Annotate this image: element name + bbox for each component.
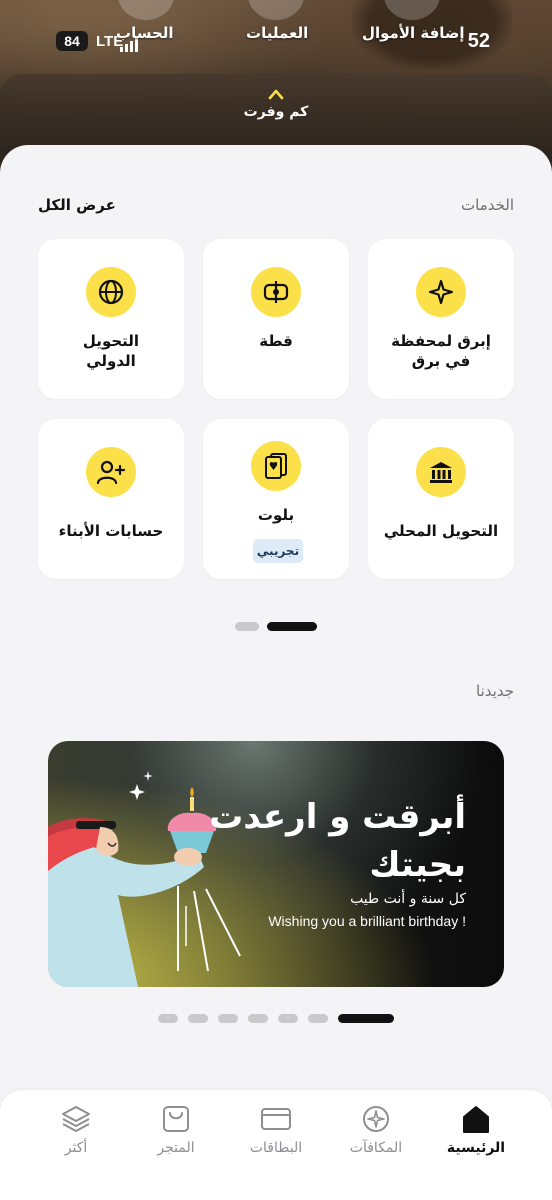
- service-label: التحويل المحلي: [383, 522, 499, 540]
- nav-label: البطاقات: [249, 1140, 303, 1156]
- service-label: التحويل الدولي: [82, 332, 140, 370]
- banner-subtitle-english: Wishing you a brilliant birthday !: [268, 913, 466, 929]
- service-label: إبرق لمحفظة في برق: [391, 332, 491, 370]
- card-icon: [261, 1108, 291, 1130]
- beta-badge: تجريبي: [253, 539, 303, 563]
- nav-home[interactable]: الرئيسية: [431, 1104, 521, 1156]
- nav-label: المتجر: [157, 1140, 195, 1156]
- savings-label[interactable]: كم وفرت: [0, 104, 552, 120]
- nav-cards[interactable]: البطاقات: [231, 1104, 321, 1156]
- nav-store[interactable]: المتجر: [131, 1104, 221, 1156]
- banner-subtitle-arabic: كل سنة و أنت طيب: [350, 891, 466, 907]
- rewards-icon: [363, 1106, 389, 1132]
- banner-pager-dot[interactable]: [248, 1014, 268, 1023]
- playing-card-icon: [251, 441, 301, 491]
- nav-label: أكثر: [64, 1140, 88, 1156]
- status-time: 52: [467, 30, 490, 52]
- services-pager-dot-active[interactable]: [267, 622, 317, 631]
- service-label: بلوت: [257, 506, 295, 524]
- banner-pager-dot[interactable]: [218, 1014, 238, 1023]
- nav-more[interactable]: أكثر: [31, 1104, 121, 1156]
- spark-icon: [416, 267, 466, 317]
- service-card-send-to-wallet[interactable]: إبرق لمحفظة في برق: [368, 239, 514, 399]
- banner-pager-dot[interactable]: [158, 1014, 178, 1023]
- quick-action-add-money[interactable]: إضافة الأموال: [362, 24, 465, 42]
- whats-new-title: جديدنا: [476, 682, 514, 700]
- nav-rewards[interactable]: المكافآت: [331, 1104, 421, 1156]
- bank-icon: [416, 447, 466, 497]
- store-icon: [163, 1106, 189, 1132]
- view-all-link[interactable]: عرض الكل: [38, 196, 116, 214]
- service-card-international-transfer[interactable]: التحويل الدولي: [38, 239, 184, 399]
- banner-pager-dot[interactable]: [308, 1014, 328, 1023]
- service-card-local-transfer[interactable]: التحويل المحلي: [368, 419, 514, 579]
- birthday-banner[interactable]: أبرقت و ارعدت بجيتك كل سنة و أنت طيب Wis…: [48, 741, 504, 987]
- banner-title: أبرقت و ارعدت بجيتك: [209, 797, 466, 885]
- battery-indicator: 84: [56, 31, 88, 51]
- add-user-icon: [86, 447, 136, 497]
- globe-icon: [86, 267, 136, 317]
- quick-action-account[interactable]: الحساب: [116, 24, 174, 42]
- layers-icon: [62, 1106, 90, 1132]
- banner-pager-dot[interactable]: [188, 1014, 208, 1023]
- service-card-kids-accounts[interactable]: حسابات الأبناء: [38, 419, 184, 579]
- service-label: حسابات الأبناء: [58, 522, 164, 540]
- banner-pager-dot-active[interactable]: [338, 1014, 394, 1023]
- nav-label: المكافآت: [349, 1140, 403, 1156]
- services-pager-dot[interactable]: [235, 622, 259, 631]
- services-title: الخدمات: [460, 196, 514, 214]
- chevron-up-icon[interactable]: [268, 88, 284, 100]
- split-coin-icon: [251, 267, 301, 317]
- service-label: قطة: [259, 332, 293, 350]
- home-icon: [463, 1106, 489, 1133]
- service-card-baloot[interactable]: بلوت تجريبي: [203, 419, 349, 579]
- banner-pager-dot[interactable]: [278, 1014, 298, 1023]
- quick-action-transactions[interactable]: العمليات: [246, 24, 308, 42]
- nav-label: الرئيسية: [446, 1140, 506, 1156]
- service-card-split[interactable]: قطة: [203, 239, 349, 399]
